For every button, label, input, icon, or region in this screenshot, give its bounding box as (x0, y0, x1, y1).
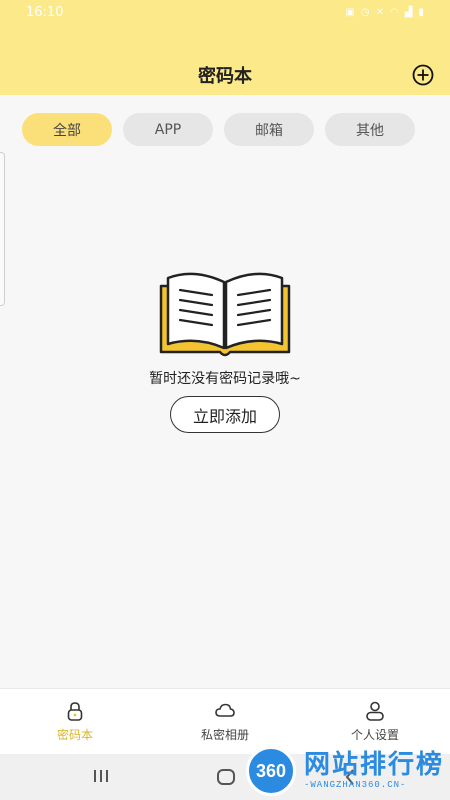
person-icon (366, 701, 384, 721)
tab-password-book[interactable]: 密码本 (0, 689, 150, 754)
add-now-button[interactable]: 立即添加 (170, 396, 280, 433)
signal-icon: ▟ (404, 6, 413, 18)
filter-chip-email[interactable]: 邮箱 (224, 113, 314, 146)
tab-label: 密码本 (56, 728, 93, 742)
watermark-title: 网站排行榜 (304, 750, 445, 780)
cloud-icon (215, 703, 235, 717)
plus-circle-icon[interactable] (412, 64, 434, 86)
recents-icon[interactable] (92, 768, 110, 784)
vpn-icon: ▣ (345, 6, 355, 18)
filter-chip-other[interactable]: 其他 (325, 113, 415, 146)
watermark-badge: 360 (246, 746, 296, 796)
alarm-icon: ◷ (360, 6, 370, 18)
empty-state-message: 暂时还没有密码记录哦~ (149, 371, 301, 387)
status-bar: 16:10 ▣ ◷ ✕ ◠ ▟ ▮ (0, 0, 450, 24)
tab-label: 私密相册 (200, 728, 249, 742)
category-filter: 全部 APP 邮箱 其他 (22, 113, 428, 147)
status-icons: ▣ ◷ ✕ ◠ ▟ ▮ (345, 7, 424, 18)
status-time: 16:10 (26, 4, 64, 20)
watermark-logo: 360 网站排行榜 -WANGZHAN360.CN- (244, 740, 450, 798)
battery-icon: ▮ (418, 6, 424, 18)
watermark-subtitle: -WANGZHAN360.CN- (304, 780, 407, 790)
filter-chip-app[interactable]: APP (123, 113, 213, 146)
home-icon[interactable] (216, 768, 236, 786)
app-header: 16:10 ▣ ◷ ✕ ◠ ▟ ▮ 密码本 (0, 0, 450, 95)
lock-icon (67, 702, 83, 721)
open-book-icon (159, 272, 291, 357)
edge-drawer-handle[interactable] (0, 152, 5, 306)
mute-icon: ✕ (375, 6, 385, 18)
page-title: 密码本 (198, 66, 252, 87)
wifi-icon: ◠ (390, 6, 399, 18)
filter-chip-all[interactable]: 全部 (22, 113, 112, 146)
